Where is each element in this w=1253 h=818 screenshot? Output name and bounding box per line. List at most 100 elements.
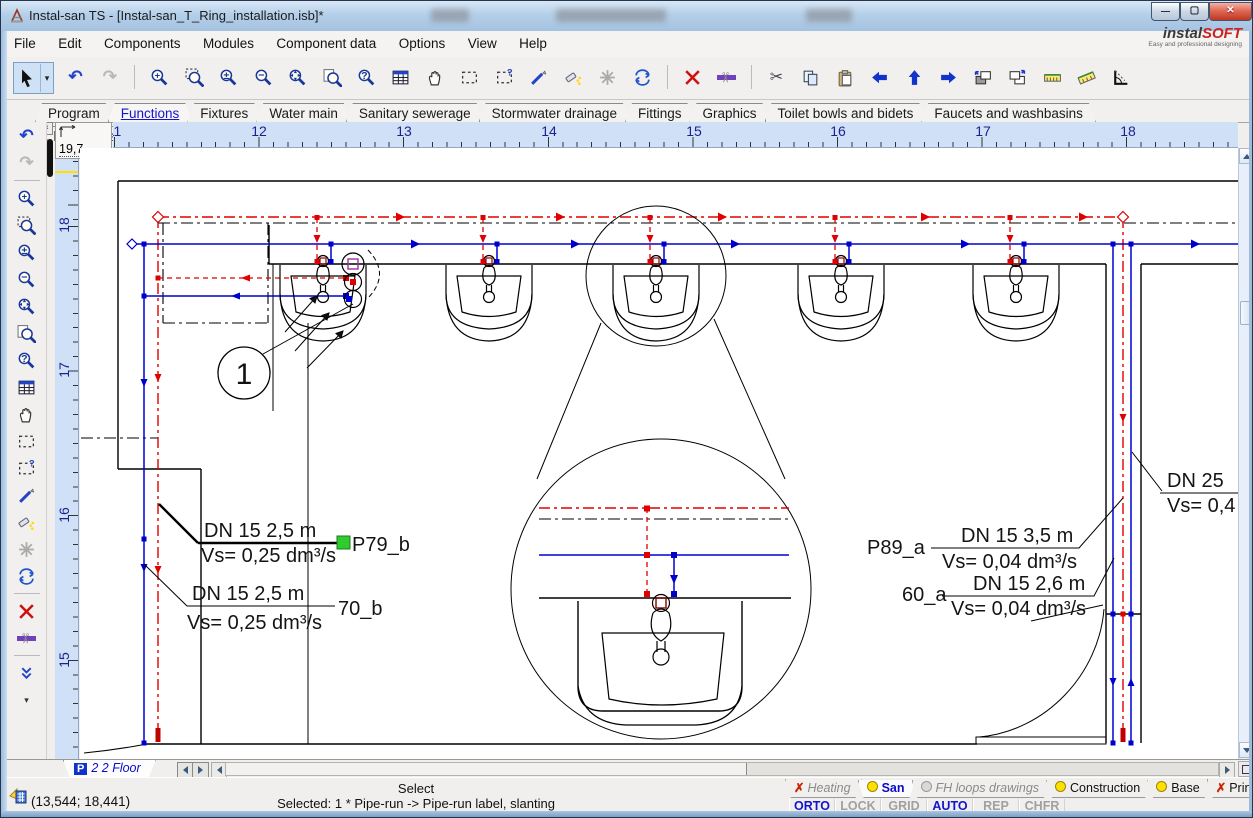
undo-button[interactable]: ↶ [61, 63, 89, 91]
menu-view[interactable]: View [459, 31, 506, 51]
more-tools-icon[interactable] [10, 660, 44, 686]
draw-pipe-icon[interactable] [10, 482, 44, 508]
tab-fixtures[interactable]: Fixtures [187, 103, 261, 122]
layer-tab-printout[interactable]: ✗Printout [1207, 779, 1253, 798]
window-frame [1, 811, 1252, 817]
zoom-query-icon[interactable]: ? [353, 63, 381, 91]
layer-tab-construction[interactable]: Construction [1046, 780, 1151, 798]
tab-faucets[interactable]: Faucets and washbasins [921, 103, 1096, 122]
horizontal-scrollbar[interactable] [225, 762, 1219, 776]
swap-direction-icon[interactable] [628, 63, 656, 91]
expand-caret-icon[interactable]: ▾ [10, 687, 44, 713]
layer-tab-fh-loops[interactable]: FH loops drawings [912, 780, 1051, 798]
menu-edit[interactable]: Edit [49, 31, 90, 51]
menu-help[interactable]: Help [510, 31, 556, 51]
tab-functions[interactable]: Functions [108, 103, 193, 122]
measure-slant-icon[interactable] [1073, 63, 1101, 91]
move-right-icon[interactable] [935, 63, 963, 91]
quick-connect-icon[interactable] [10, 509, 44, 535]
measure-angle-icon[interactable] [1107, 63, 1135, 91]
menu-component-data[interactable]: Component data [267, 31, 385, 51]
maximize-button[interactable]: ▢ [1180, 2, 1209, 21]
cut-icon[interactable]: ✂ [762, 63, 790, 91]
zoom-in-icon[interactable]: + [10, 185, 44, 211]
pipe-label-p79b-selected[interactable]: DN 15 2,5 m Vs= 0,25 dm³/s P79_b [159, 504, 410, 567]
zoom-in-out-icon[interactable]: ± [10, 239, 44, 265]
component-table-icon[interactable] [387, 63, 415, 91]
pan-hand-icon[interactable] [421, 63, 449, 91]
swap-direction-icon[interactable] [10, 563, 44, 589]
zoom-extents-icon[interactable] [284, 63, 312, 91]
tab-program[interactable]: Program [35, 103, 113, 122]
tab-water-main[interactable]: Water main [256, 103, 351, 122]
delete-icon[interactable] [678, 63, 706, 91]
fixture-connection-cluster[interactable] [285, 250, 380, 368]
pipe-label-dn25[interactable]: DN 25 Vs= 0,4 [1132, 452, 1238, 517]
data-panel-icon[interactable] [8, 787, 28, 805]
sheet-tab-floor[interactable]: P2 2 Floor [63, 760, 156, 778]
title-bar[interactable]: Instal-san TS - [Instal-san_T_Ring_insta… [1, 1, 1253, 32]
undo-button[interactable]: ↶ [10, 123, 44, 149]
zoom-sheet-icon[interactable] [318, 63, 346, 91]
zoom-in-icon[interactable]: + [146, 63, 174, 91]
menu-components[interactable]: Components [95, 31, 190, 51]
menu-modules[interactable]: Modules [194, 31, 263, 51]
tab-stormwater-drainage[interactable]: Stormwater drainage [479, 103, 630, 122]
tab-graphics[interactable]: Graphics [689, 103, 769, 122]
draw-pipe-icon[interactable] [525, 63, 553, 91]
layer-tab-base[interactable]: Base [1147, 780, 1211, 798]
cut-pipe-run-icon[interactable]: ✂ [713, 63, 741, 91]
selection-handle[interactable] [337, 536, 350, 549]
copy-icon[interactable] [797, 63, 825, 91]
component-table-icon[interactable] [10, 374, 44, 400]
zoom-extents-icon[interactable] [10, 293, 44, 319]
move-left-icon[interactable] [866, 63, 894, 91]
drawing-canvas[interactable]: .w{fill:none;stroke:#000;stroke-width:1.… [80, 148, 1238, 759]
select-pointer-button[interactable]: ▾ [13, 62, 54, 94]
menu-options[interactable]: Options [390, 31, 455, 51]
layer-tab-san[interactable]: San [858, 780, 916, 798]
quick-connect-icon[interactable] [559, 63, 587, 91]
select-rectangle-query-icon[interactable]: ? [10, 455, 44, 481]
tab-fittings[interactable]: Fittings [625, 103, 695, 122]
move-up-icon[interactable] [900, 63, 928, 91]
select-rectangle-query-icon[interactable]: ? [490, 63, 518, 91]
zoom-in-out-icon[interactable]: ± [215, 63, 243, 91]
paste-icon[interactable] [831, 63, 859, 91]
send-to-back-icon[interactable] [969, 63, 997, 91]
pan-hand-icon[interactable] [10, 401, 44, 427]
zoom-window-icon[interactable] [180, 63, 208, 91]
zoom-out-icon[interactable]: − [10, 266, 44, 292]
redo-button[interactable]: ↷ [10, 150, 44, 176]
zoom-window-icon[interactable] [10, 212, 44, 238]
disconnect-icon[interactable] [10, 536, 44, 562]
measure-length-icon[interactable] [1038, 63, 1066, 91]
pipe-label-70b[interactable]: DN 15 2,5 m Vs= 0,25 dm³/s 70_b [144, 564, 383, 634]
dock-drag-handle[interactable] [47, 139, 53, 177]
select-rectangle-icon[interactable] [456, 63, 484, 91]
pipe-label-p89a[interactable]: P89_a DN 15 3,5 m Vs= 0,04 dm³/s [867, 498, 1123, 573]
delete-icon[interactable] [10, 598, 44, 624]
hscroll-right-button[interactable] [1219, 762, 1235, 778]
door-swing-arc [84, 744, 147, 753]
menu-file[interactable]: File [5, 31, 45, 51]
zoom-sheet-icon[interactable] [10, 320, 44, 346]
tab-sanitary-sewerage[interactable]: Sanitary sewerage [346, 103, 484, 122]
zoom-out-icon[interactable]: − [249, 63, 277, 91]
sheet-next-button[interactable] [192, 762, 209, 778]
close-button[interactable]: ✕ [1209, 2, 1252, 21]
bring-to-front-icon[interactable] [1004, 63, 1032, 91]
redo-button[interactable]: ↷ [96, 63, 124, 91]
disconnect-icon[interactable] [594, 63, 622, 91]
cold-water-pipes[interactable] [127, 239, 1238, 746]
washbasins[interactable] [280, 215, 1059, 341]
minimize-button[interactable]: — [1151, 2, 1180, 21]
select-rectangle-icon[interactable] [10, 428, 44, 454]
cut-pipe-run-icon[interactable]: ✂ [10, 625, 44, 651]
layer-tab-heating[interactable]: ✗Heating [785, 779, 862, 798]
zoom-query-icon[interactable]: ? [10, 347, 44, 373]
pointer-dropdown[interactable]: ▾ [40, 64, 53, 92]
hot-water-pipes[interactable] [153, 212, 1129, 744]
horizontal-scroll-thumb[interactable] [226, 763, 747, 775]
tab-toilet-bowls[interactable]: Toilet bowls and bidets [765, 103, 927, 122]
